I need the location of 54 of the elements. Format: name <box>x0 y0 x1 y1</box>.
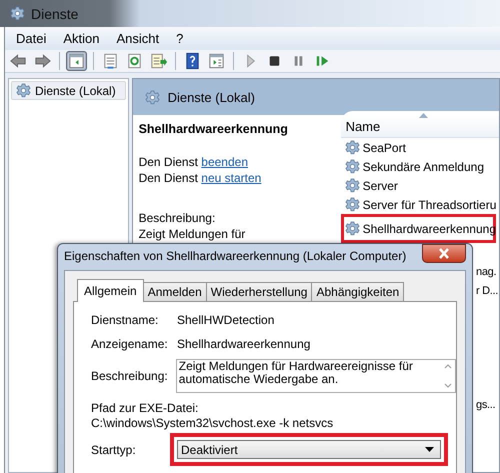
path-text: C:\windows\System32\svchost.exe -k netsvcs <box>91 416 334 430</box>
startup-type-dropdown[interactable]: Deaktiviert <box>177 440 441 459</box>
sort-arrow-icon <box>418 113 428 118</box>
service-row[interactable]: SeaPort <box>340 138 499 157</box>
field-label: Beschreibung: <box>91 369 169 383</box>
gear-icon <box>344 178 360 193</box>
close-button[interactable] <box>422 244 466 262</box>
field-label: Dienstname: <box>91 313 160 327</box>
gear-icon <box>344 140 360 155</box>
service-action: Den Dienst beenden <box>138 154 249 170</box>
tab[interactable]: Wiederherstellung <box>206 282 312 301</box>
description-cell: nag. <box>476 266 496 278</box>
description-field[interactable]: Zeigt Meldungen für Hardwareereignisse für automatische Wiedergabe an. <box>176 359 456 393</box>
panel-title: Dienste (Lokal) <box>168 90 255 104</box>
description-cell: gs... <box>476 399 496 411</box>
scroll-arrows-icon <box>443 362 453 390</box>
app-gear-icon <box>10 6 25 21</box>
action-pane-icon <box>207 51 226 71</box>
description-cell: r D... <box>476 285 498 297</box>
service-row[interactable]: Server <box>340 176 499 195</box>
tree-pane-icon <box>67 51 86 71</box>
column-header[interactable]: Name <box>340 115 499 138</box>
gear-icon <box>344 197 360 212</box>
window-title: Dienste <box>31 6 78 22</box>
service-title: Shellhardwareerkennung <box>138 122 289 136</box>
field-value: Shellhardwareerkennung <box>177 337 310 351</box>
tab[interactable]: Abhängigkeiten <box>311 282 404 301</box>
service-action: Den Dienst neu starten <box>138 170 262 186</box>
action-link[interactable]: beenden <box>201 155 248 169</box>
menu-item[interactable]: Aktion <box>63 31 100 46</box>
gear-icon <box>344 159 360 174</box>
dialog-title: Eigenschaften von Shellhardwareerkennung (Lokaler Computer) <box>64 249 406 263</box>
description-text: Zeigt Meldungen für <box>138 226 246 242</box>
menu-item[interactable]: ? <box>176 31 184 46</box>
gear-icon <box>144 90 160 104</box>
tree-pane-button[interactable] <box>66 51 87 71</box>
service-row[interactable]: Sekundäre Anmeldung <box>340 157 499 176</box>
menu-item[interactable]: Ansicht <box>116 31 160 46</box>
tab[interactable]: Anmelden <box>142 282 207 301</box>
menu-item[interactable]: Datei <box>16 31 46 46</box>
field-label: Anzeigename: <box>91 337 169 351</box>
gear-icon <box>344 221 360 236</box>
gear-icon <box>16 83 31 98</box>
action-link[interactable]: neu starten <box>201 171 262 185</box>
dropdown-arrow-icon <box>425 447 434 452</box>
service-row[interactable]: Server für Threadsortieru <box>340 195 499 214</box>
description-label: Beschreibung: <box>138 210 216 226</box>
export-list-icon <box>149 51 168 71</box>
tab[interactable]: Allgemein <box>77 279 144 302</box>
tree-item[interactable]: Dienste (Lokal) <box>11 81 126 100</box>
field-label: Starttyp: <box>91 442 137 456</box>
close-icon <box>437 248 451 258</box>
field-value: ShellHWDetection <box>177 313 274 327</box>
field-label: Pfad zur EXE-Datei: <box>91 401 200 415</box>
